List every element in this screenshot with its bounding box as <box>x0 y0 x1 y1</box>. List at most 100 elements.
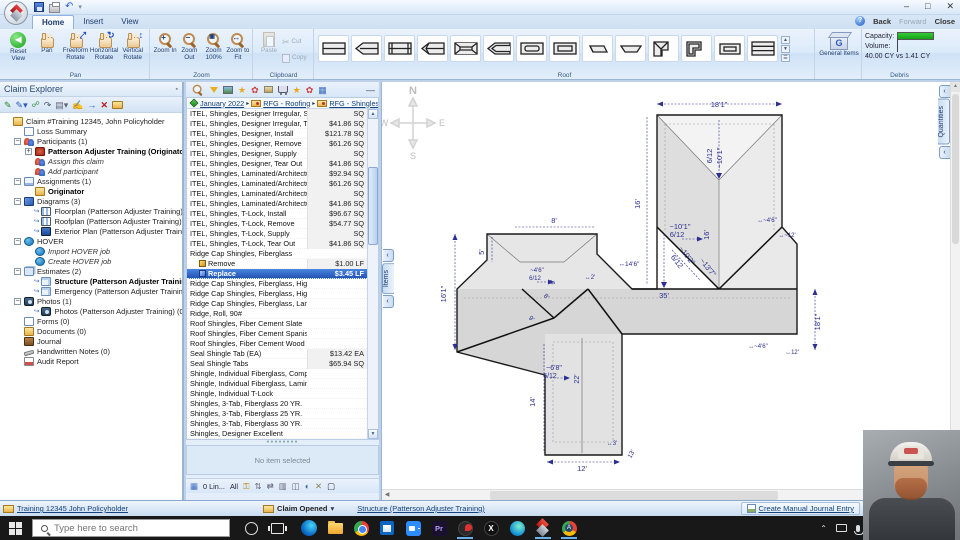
tree-item[interactable]: Create HOVER job <box>0 256 182 266</box>
price-list-row[interactable]: ITEL, Shingles, T-Lock, Remove$54.77 SQ <box>187 219 367 229</box>
tree-item[interactable]: Documents (0) <box>0 326 182 336</box>
vertical-rotate-button[interactable]: ↕Vertical Rotate <box>118 31 147 69</box>
zoom-out-button[interactable]: −Zoom Out <box>177 31 201 69</box>
xactware-button[interactable]: X <box>478 516 504 540</box>
price-list-row[interactable]: Shingles, 3-Tab, Fiberglass 30 YR. <box>187 419 367 429</box>
edit-estimate-icon[interactable]: ✎▾ <box>16 100 28 110</box>
vscroll-up-icon[interactable]: ▲ <box>951 82 960 92</box>
start-button[interactable] <box>2 516 28 540</box>
roof-gallery-spinner[interactable]: ▲▼☰ <box>781 36 790 69</box>
price-list-row[interactable]: ITEL, Shingles, T-Lock, Install$96.67 SQ <box>187 209 367 219</box>
link-icon[interactable]: ☍ <box>32 100 40 110</box>
canvas-vscrollbar[interactable]: ▲ <box>950 82 960 489</box>
cortana-button[interactable] <box>238 516 264 540</box>
price-list-row[interactable]: Ridge Cap Shingles, Fiberglass, High Pro… <box>187 279 367 289</box>
freeform-rotate-button[interactable]: ⤢Freeform Rotate <box>61 31 90 69</box>
price-list-row[interactable]: Shingles, 3-Tab, Fiberglass 20 YR. <box>187 399 367 409</box>
price-list-row[interactable]: Roof Shingles, Fiber Cement Slate <box>187 319 367 329</box>
price-list-row[interactable]: Seal Shingle Tab (EA)$13.42 EA <box>187 349 367 359</box>
columns-icon[interactable]: ◫ <box>292 481 300 491</box>
clear-icon[interactable]: ✕ <box>315 481 322 491</box>
claim-state[interactable]: Claim Opened <box>277 504 327 513</box>
quick-access-dropdown-icon[interactable]: ▾ <box>78 3 82 11</box>
tree-expander-icon[interactable]: − <box>14 178 21 185</box>
roof-shape-button-10[interactable] <box>615 35 646 62</box>
tree-item[interactable]: ↪Photos (Patterson Adjuster Training) (0… <box>0 306 182 316</box>
package-icon[interactable] <box>264 86 273 93</box>
price-list-row[interactable]: ITEL, Shingles, Laminated/Architectural,… <box>187 189 367 199</box>
price-list-row[interactable]: Roof Shingles, Fiber Cement Spanish/Clay… <box>187 329 367 339</box>
horizontal-rotate-button[interactable]: ↻Horizontal Rotate <box>90 31 119 69</box>
edge-button[interactable] <box>296 516 322 540</box>
tree-item[interactable]: Loss Summary <box>0 126 182 136</box>
roof-shape-button-12[interactable] <box>681 35 712 62</box>
back-button[interactable]: Back <box>873 17 891 26</box>
chrome-profile-button[interactable] <box>556 516 582 540</box>
expand-right2-icon[interactable]: ‹ <box>939 146 950 159</box>
price-list-row[interactable]: Seal Shingle Tabs$65.94 SQ <box>187 359 367 369</box>
tab-home[interactable]: Home <box>32 15 74 29</box>
price-list-row[interactable]: Shingles, Designer Excellent <box>187 429 367 439</box>
minimize-button[interactable]: – <box>904 1 909 12</box>
price-list-row[interactable]: Ridge Cap Shingles, Fiberglass, High Pro… <box>187 289 367 299</box>
claim-link[interactable]: Training 12345 John Policyholder <box>17 504 128 513</box>
tab-view[interactable]: View <box>112 15 147 29</box>
close-sketch-button[interactable]: Close <box>935 17 955 26</box>
swap-icon[interactable]: ⇄ <box>267 481 274 491</box>
chrome-button[interactable] <box>348 516 374 540</box>
tree-item[interactable]: −Photos (1) <box>0 296 182 306</box>
task-view-button[interactable] <box>264 516 290 540</box>
breadcrumb-link[interactable]: RFG - Shingles <box>329 99 379 108</box>
tree-item[interactable]: Assign this claim <box>0 156 182 166</box>
roof-diagram[interactable]: N W E S <box>382 82 952 482</box>
taskbar-search[interactable] <box>32 519 230 537</box>
save-icon[interactable] <box>34 2 44 12</box>
tree-expander-icon[interactable]: − <box>14 238 21 245</box>
cut-button[interactable]: ✂Cut <box>282 36 307 48</box>
breadcrumb-link[interactable]: RFG - Roofing <box>263 99 310 108</box>
edit-claim-icon[interactable]: ✎ <box>4 100 12 110</box>
tree-item[interactable]: Originator <box>0 186 182 196</box>
premiere-button[interactable]: Pr <box>426 516 452 540</box>
copy-button[interactable]: Copy <box>282 52 307 64</box>
open-arrow-icon[interactable]: → <box>88 100 97 110</box>
roof-shape-button-14[interactable] <box>747 35 778 62</box>
tree-item[interactable]: Audit Report <box>0 356 182 366</box>
tree-expander-icon[interactable]: − <box>14 268 21 275</box>
paste-button[interactable]: Paste <box>256 31 282 69</box>
roof-shape-button-5[interactable] <box>450 35 481 62</box>
filter-all-label[interactable]: All <box>230 482 238 491</box>
tree-item[interactable]: Handwritten Notes (0) <box>0 346 182 356</box>
price-list-row[interactable]: ITEL, Shingles, Laminated/Architectural,… <box>187 179 367 189</box>
price-list-row[interactable]: Replace$3.45 LF <box>187 269 367 279</box>
tab-insert[interactable]: Insert <box>74 15 112 29</box>
edge-beta-button[interactable] <box>504 516 530 540</box>
collapse-left2-icon[interactable]: ‹ <box>383 295 394 308</box>
tree-item[interactable]: Journal <box>0 336 182 346</box>
general-items-button[interactable]: G General Items <box>818 31 860 58</box>
roof-shape-button-6[interactable] <box>483 35 514 62</box>
search-input[interactable] <box>54 523 204 534</box>
delete-icon[interactable]: ✕ <box>101 100 109 110</box>
search-items-icon[interactable] <box>192 84 203 95</box>
tree-item[interactable]: −Participants (1) <box>0 136 182 146</box>
close-window-button[interactable]: ✕ <box>946 1 954 12</box>
window-icon[interactable]: ▢ <box>327 481 335 491</box>
application-menu-button[interactable] <box>4 1 28 25</box>
roof-shape-button-8[interactable] <box>549 35 580 62</box>
forward-button[interactable]: Forward <box>899 17 927 26</box>
roof-shape-button-9[interactable] <box>582 35 613 62</box>
pan-button[interactable]: Pan <box>33 31 62 69</box>
price-list-row[interactable]: Ridge, Roll, 90# <box>187 309 367 319</box>
roof-shape-button-2[interactable] <box>351 35 382 62</box>
flower2-icon[interactable]: ✿ <box>306 85 314 95</box>
roof-shape-button-4[interactable] <box>417 35 448 62</box>
globe-icon[interactable]: ◐ <box>305 481 310 491</box>
file-explorer-button[interactable] <box>322 516 348 540</box>
collapse-left-icon[interactable]: ‹ <box>383 249 394 262</box>
price-list-row[interactable]: ITEL, Shingles, Designer, Remove$61.26 S… <box>187 139 367 149</box>
hscroll-left-icon[interactable]: ◀ <box>382 490 392 500</box>
state-dropdown-icon[interactable]: ▾ <box>330 504 334 513</box>
list-scrollbar[interactable]: ▲ ▼ <box>367 109 378 439</box>
scroll-down-icon[interactable]: ▼ <box>368 429 378 439</box>
